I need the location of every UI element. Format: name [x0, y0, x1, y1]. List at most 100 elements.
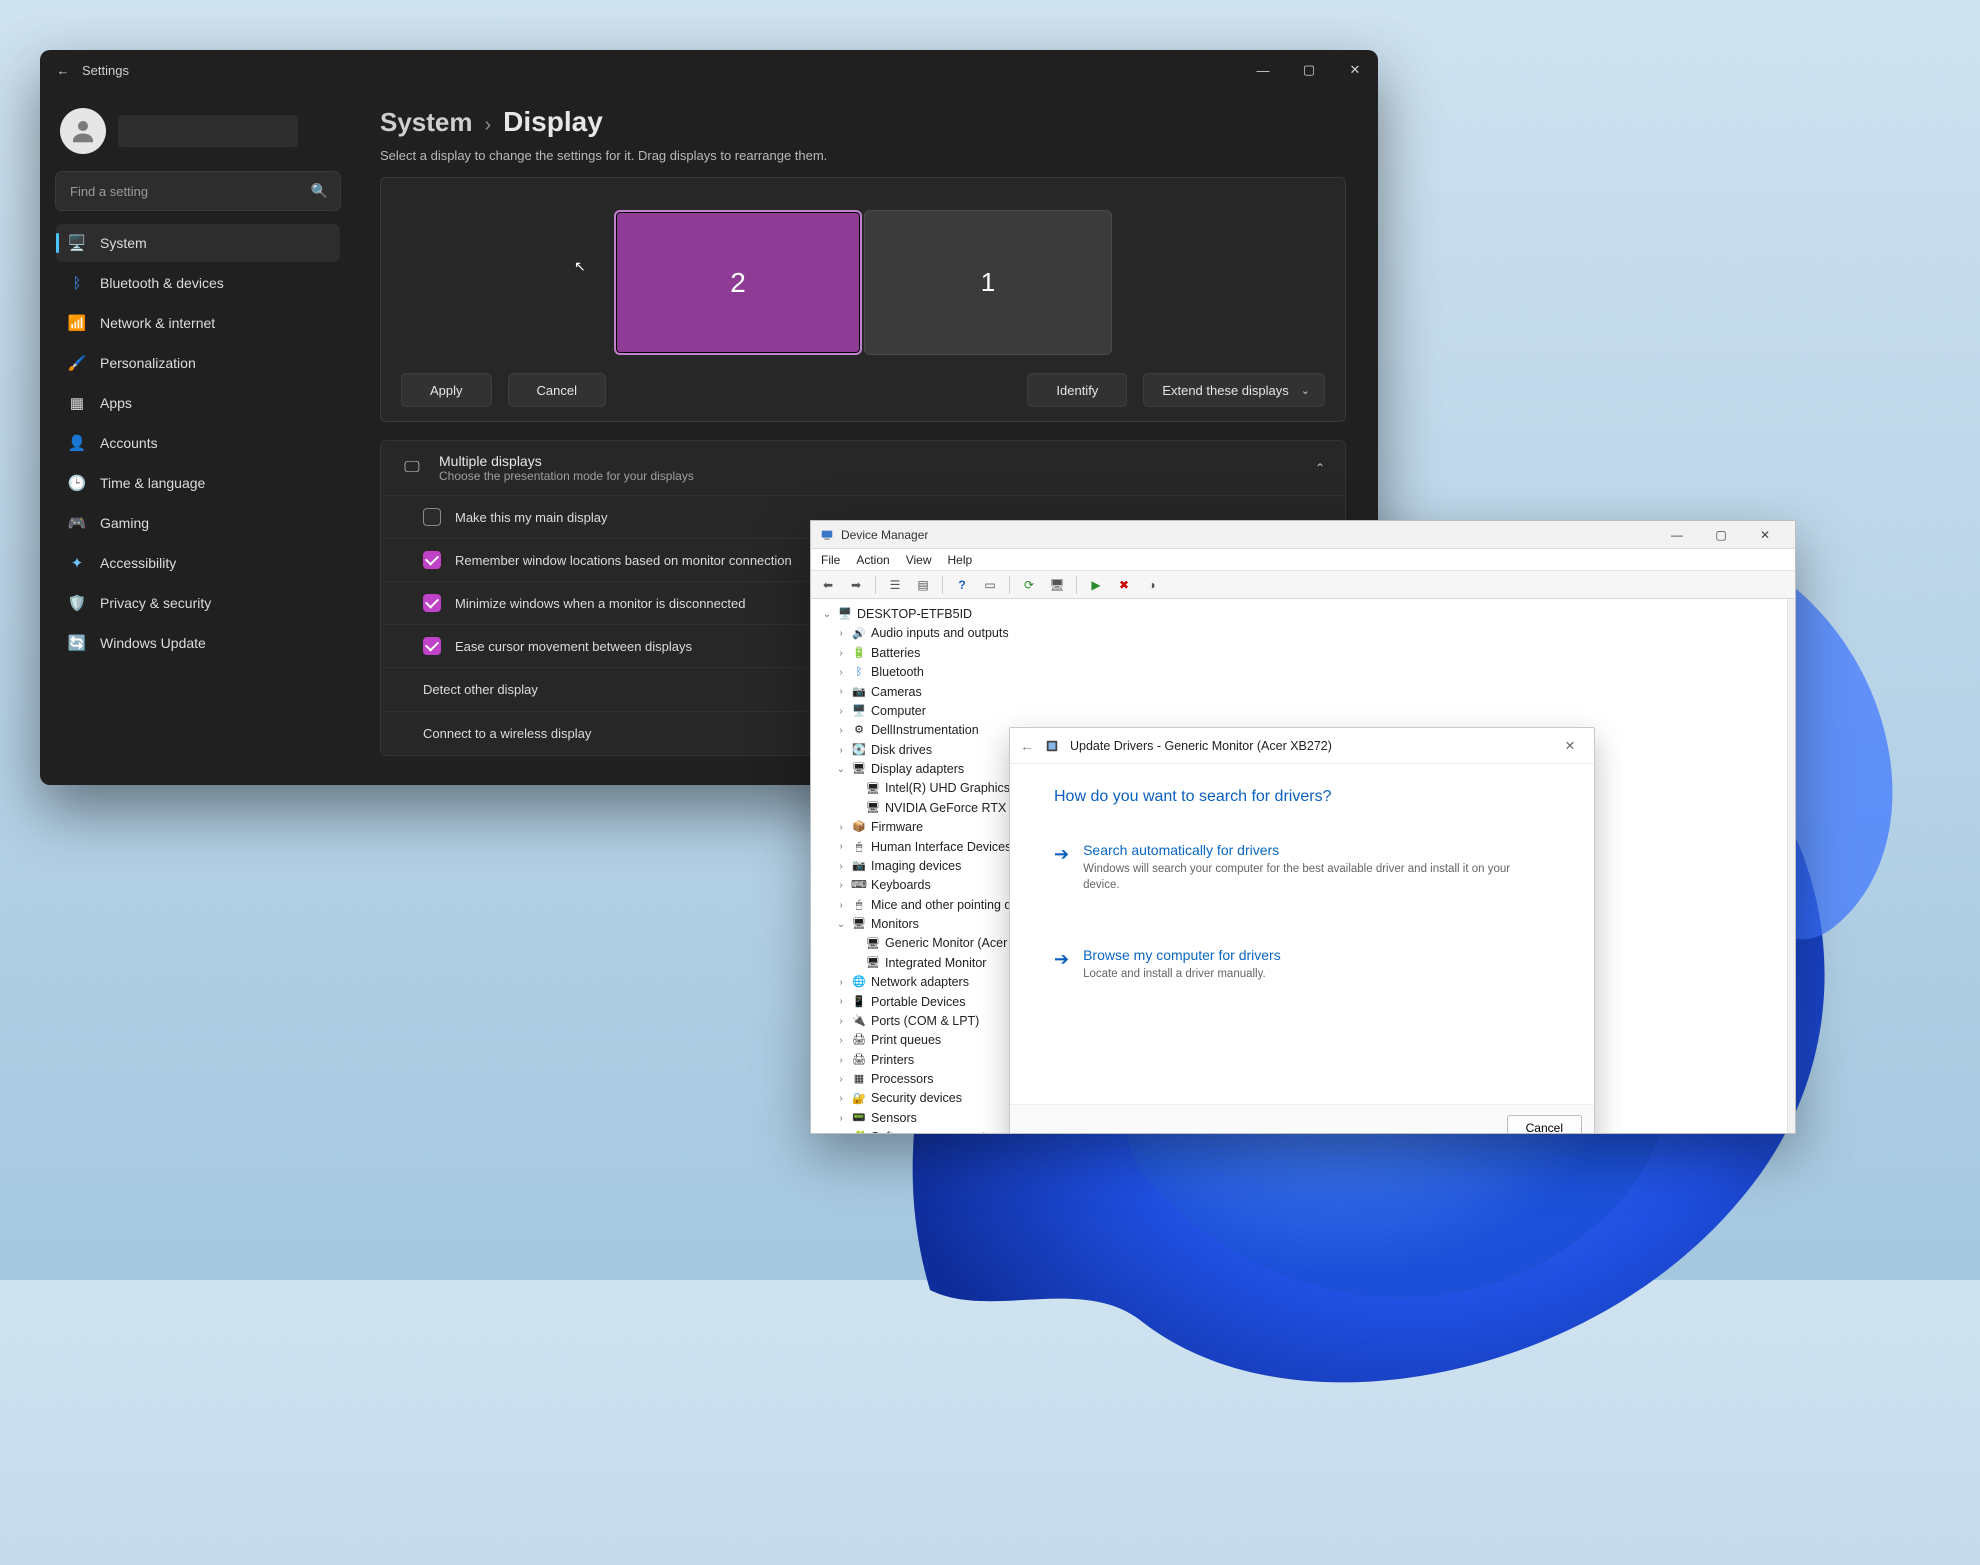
option-desc: Locate and install a driver manually.: [1083, 966, 1281, 982]
back-icon[interactable]: ←: [1020, 738, 1034, 754]
monitor-number: 2: [730, 267, 746, 299]
back-icon[interactable]: ←: [52, 63, 74, 78]
breadcrumb-parent[interactable]: System: [380, 107, 473, 138]
system-icon: 🖥️: [68, 234, 86, 252]
search-input[interactable]: [56, 172, 340, 210]
disable-device-icon[interactable]: ✖: [1113, 574, 1135, 596]
close-button[interactable]: ✕: [1556, 732, 1584, 760]
tree-label: Batteries: [871, 644, 920, 663]
section-title: Multiple displays: [439, 453, 694, 469]
nav-label: Personalization: [100, 355, 196, 371]
tree-label: Processors: [871, 1070, 934, 1089]
toolbar: ⬅ ➡ ☰ ▤ ? ▭ ⟳ 🖥 ▶ ✖ ◑: [811, 571, 1795, 599]
minimize-button[interactable]: ―: [1655, 521, 1699, 549]
tree-node-audio[interactable]: ›🔊Audio inputs and outputs: [835, 624, 1783, 643]
minimize-button[interactable]: ―: [1240, 50, 1286, 90]
option-browse-computer[interactable]: ➔ Browse my computer for drivers Locate …: [1054, 939, 1564, 1000]
enable-device-icon[interactable]: ▶: [1085, 574, 1107, 596]
option-label: Remember window locations based on monit…: [455, 553, 792, 568]
section-expander[interactable]: 🖵 Multiple displays Choose the presentat…: [381, 441, 1345, 495]
nav-accessibility[interactable]: ✦ Accessibility: [56, 544, 340, 582]
maximize-button[interactable]: ▢: [1699, 521, 1743, 549]
dialog-footer: Cancel: [1010, 1104, 1594, 1133]
close-button[interactable]: ✕: [1743, 521, 1787, 549]
nav-label: Accessibility: [100, 555, 176, 571]
menu-file[interactable]: File: [821, 553, 840, 567]
close-button[interactable]: ✕: [1332, 50, 1378, 90]
nav-network[interactable]: 📶 Network & internet: [56, 304, 340, 342]
properties-icon[interactable]: ▤: [912, 574, 934, 596]
cancel-button[interactable]: Cancel: [1507, 1115, 1582, 1133]
menu-view[interactable]: View: [906, 553, 932, 567]
nav-system[interactable]: 🖥️ System: [56, 224, 340, 262]
tree-label: Computer: [871, 702, 926, 721]
nav-update[interactable]: 🔄 Windows Update: [56, 624, 340, 662]
tree-root[interactable]: ⌄🖥️ DESKTOP-ETFB5ID: [821, 605, 1783, 624]
monitor-1-tile[interactable]: 1: [864, 210, 1112, 355]
option-search-automatically[interactable]: ➔ Search automatically for drivers Windo…: [1054, 834, 1564, 911]
scan-icon[interactable]: ▭: [979, 574, 1001, 596]
help-icon[interactable]: ?: [951, 574, 973, 596]
display-mode-select[interactable]: Extend these displays ⌄: [1143, 373, 1325, 407]
nav-apps[interactable]: ▦ Apps: [56, 384, 340, 422]
monitor-number: 1: [981, 267, 995, 298]
settings-title: Settings: [82, 63, 129, 78]
personalization-icon: 🖌️: [68, 354, 86, 372]
nav-gaming[interactable]: 🎮 Gaming: [56, 504, 340, 542]
nav-label: System: [100, 235, 147, 251]
option-label: Make this my main display: [455, 510, 607, 525]
account-row[interactable]: [56, 100, 340, 172]
monitor-2-tile[interactable]: 2: [614, 210, 862, 355]
identify-button[interactable]: Identify: [1027, 373, 1127, 407]
tree-node-batteries[interactable]: ›🔋Batteries: [835, 644, 1783, 663]
dialog-heading: How do you want to search for drivers?: [1054, 788, 1564, 806]
tree-node-cameras[interactable]: ›📷Cameras: [835, 683, 1783, 702]
tree-node-computer[interactable]: ›🖥️Computer: [835, 702, 1783, 721]
checkbox-checked[interactable]: [423, 551, 441, 569]
cancel-button[interactable]: Cancel: [508, 373, 606, 407]
tree-label: DellInstrumentation: [871, 721, 979, 740]
show-hidden-icon[interactable]: ☰: [884, 574, 906, 596]
nav-personalization[interactable]: 🖌️ Personalization: [56, 344, 340, 382]
dialog-title: Update Drivers - Generic Monitor (Acer X…: [1070, 739, 1332, 753]
page-title: Display: [503, 106, 603, 138]
checkbox-checked[interactable]: [423, 594, 441, 612]
tree-label: DESKTOP-ETFB5ID: [857, 605, 972, 624]
tree-label: Human Interface Devices: [871, 838, 1011, 857]
option-label: Connect to a wireless display: [423, 726, 591, 741]
back-icon[interactable]: ⬅: [817, 574, 839, 596]
arrow-right-icon: ➔: [1054, 949, 1069, 982]
tree-label: Display adapters: [871, 760, 964, 779]
nav-privacy[interactable]: 🛡️ Privacy & security: [56, 584, 340, 622]
page-subtext: Select a display to change the settings …: [380, 148, 1346, 163]
checkbox-unchecked[interactable]: [423, 508, 441, 526]
tree-node-bluetooth[interactable]: ›ᛒBluetooth: [835, 663, 1783, 682]
nav-label: Time & language: [100, 475, 205, 491]
menu-action[interactable]: Action: [856, 553, 889, 567]
maximize-button[interactable]: ▢: [1286, 50, 1332, 90]
forward-icon[interactable]: ➡: [845, 574, 867, 596]
accessibility-icon: ✦: [68, 554, 86, 572]
nav-accounts[interactable]: 👤 Accounts: [56, 424, 340, 462]
section-subtitle: Choose the presentation mode for your di…: [439, 469, 694, 483]
uninstall-icon[interactable]: 🖥: [1046, 574, 1068, 596]
checkbox-checked[interactable]: [423, 637, 441, 655]
tree-label: Imaging devices: [871, 857, 961, 876]
display-actions: Apply Cancel Identify Extend these displ…: [401, 373, 1325, 407]
nav-label: Network & internet: [100, 315, 215, 331]
scrollbar[interactable]: [1787, 599, 1795, 1133]
time-icon: 🕒: [68, 474, 86, 492]
tree-label: Security devices: [871, 1089, 962, 1108]
nav-time[interactable]: 🕒 Time & language: [56, 464, 340, 502]
chevron-up-icon: ⌃: [1315, 461, 1325, 475]
nav-label: Apps: [100, 395, 132, 411]
apply-button[interactable]: Apply: [401, 373, 492, 407]
display-arrangement-panel: 2 1 Apply Cancel Identify Extend these d…: [380, 177, 1346, 422]
action-icon[interactable]: ◑: [1141, 574, 1163, 596]
menu-help[interactable]: Help: [948, 553, 973, 567]
window-title: Device Manager: [841, 528, 928, 542]
nav-bluetooth[interactable]: ᛒ Bluetooth & devices: [56, 264, 340, 302]
device-manager-window: Device Manager ― ▢ ✕ File Action View He…: [810, 520, 1796, 1134]
person-icon: [68, 116, 98, 146]
update-driver-icon[interactable]: ⟳: [1018, 574, 1040, 596]
